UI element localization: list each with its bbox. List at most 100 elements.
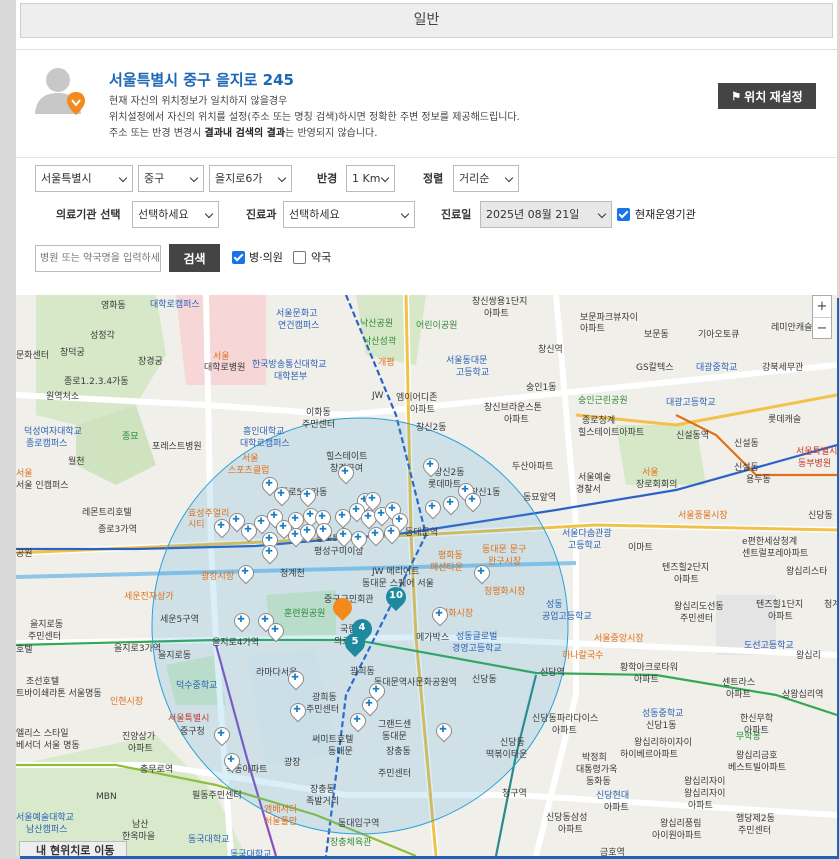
district-select[interactable]: 중구 [138, 165, 204, 192]
my-location-button[interactable]: 내 현위치로 이동 [19, 841, 127, 856]
map-label: 동국대학교 [188, 835, 230, 845]
pharmacy-checkbox[interactable] [293, 251, 306, 264]
map-label: 아파트 [634, 675, 659, 685]
search-input[interactable] [35, 245, 161, 272]
hospital-marker[interactable] [290, 703, 304, 722]
map-label: 보문파크뷰자이 [580, 313, 638, 323]
hospital-marker[interactable] [350, 713, 364, 732]
hospital-marker[interactable] [465, 493, 479, 512]
hospital-marker[interactable] [436, 723, 450, 742]
marker-cluster[interactable]: 10 [385, 587, 407, 613]
map-label: 엘리스 스타일 [16, 729, 69, 739]
map-label: 서울 [642, 468, 659, 478]
hospital-marker[interactable] [262, 545, 276, 564]
map-label: 연건캠퍼스 [278, 321, 320, 331]
map-label: 흥인대학교 [243, 427, 285, 437]
map-view[interactable]: + − 영화동 대학로캠퍼스 서울문화고 연건캠퍼스 낙산공원 낙산성곽 어린이공원 창신쌍용… [16, 295, 837, 856]
map-label: 서울 [242, 454, 259, 464]
hospital-marker[interactable] [241, 523, 255, 542]
hospital-marker[interactable] [234, 613, 248, 632]
map-label: 을지로동 [158, 651, 192, 661]
hospital-marker[interactable] [443, 496, 457, 515]
institution-select[interactable]: 선택하세요 [132, 201, 219, 228]
map-label: 주민센터 [306, 705, 340, 715]
map-label: 원역처소 [46, 392, 80, 402]
location-pin-icon: ⚑ [731, 90, 742, 103]
pharmacy-label: 약국 [311, 251, 332, 264]
dong-select[interactable]: 을지로6가 [209, 165, 292, 192]
map-label: 완구시장 [488, 557, 522, 567]
radius-select[interactable]: 1 Km [346, 165, 395, 192]
zoom-in-button[interactable]: + [813, 296, 831, 317]
hospital-marker[interactable] [338, 465, 352, 484]
map-label: 창신브라운스톤 [484, 403, 542, 413]
hospital-checkbox[interactable] [232, 251, 245, 264]
map-label: 시티 [188, 520, 205, 530]
map-label: 베서더 서울 명동 [16, 741, 80, 751]
date-select[interactable]: 2025년 08월 21일 [480, 201, 612, 228]
search-button[interactable]: 검색 [169, 244, 220, 272]
zoom-out-button[interactable]: − [813, 317, 831, 338]
map-label: 신당동 [472, 675, 497, 685]
hospital-marker[interactable] [384, 525, 398, 544]
hospital-marker[interactable] [268, 623, 282, 642]
map-label: 대학로병원 [204, 363, 246, 373]
map-label: 동대문 [328, 747, 353, 757]
map-label: 주민센터 [738, 826, 772, 836]
department-select[interactable]: 선택하세요 [283, 201, 415, 228]
map-label: 종로3가역 [98, 525, 137, 535]
map-label: 아파트 [580, 324, 605, 334]
hospital-marker[interactable] [336, 528, 350, 547]
hospital-marker[interactable] [351, 531, 365, 550]
map-label: 낙산성곽 [363, 337, 397, 347]
map-label: 왕십리풍림 [660, 819, 702, 829]
hospital-marker[interactable] [300, 524, 314, 543]
city-select[interactable]: 서울특별시 [35, 165, 133, 192]
map-label: 텐즈힐2단지 [662, 563, 710, 573]
hospital-marker[interactable] [300, 488, 314, 507]
map-label: 호텔 [16, 645, 33, 655]
hospital-marker[interactable] [368, 527, 382, 546]
hospital-marker[interactable] [214, 519, 228, 538]
map-label: 주민센터 [680, 614, 714, 624]
hospital-marker[interactable] [432, 607, 446, 626]
map-label: 스포츠클럽 [228, 466, 270, 476]
map-label: 도선고등학교 [744, 641, 794, 651]
map-label: 왕십리자이 [684, 789, 726, 799]
hospital-marker[interactable] [224, 753, 238, 772]
map-label: 아파트 [484, 309, 509, 319]
map-label: 창신역 [538, 345, 563, 355]
map-label: 롯데캐슬 [768, 415, 802, 425]
map-label: 신당역 [540, 668, 565, 678]
map-label: 종묘 [122, 432, 139, 442]
reset-location-button[interactable]: ⚑ 위치 재설정 [718, 83, 816, 109]
map-label: 동대문역사문화공원역 [374, 678, 457, 688]
hospital-marker[interactable] [425, 500, 439, 519]
map-label: 왕십리스타 [786, 567, 828, 577]
map-label: 주민센터 [378, 769, 412, 779]
map-label: 서울동대문 [446, 356, 488, 366]
map-label: 대광고등학교 [666, 398, 716, 408]
map-label: 덕수중학교 [176, 681, 218, 691]
map-label: 신당동삼성 [546, 813, 588, 823]
open-now-checkbox[interactable] [617, 208, 630, 221]
tab-general[interactable]: 일반 [20, 3, 833, 38]
map-label: 청계천 [280, 569, 305, 579]
hospital-marker[interactable] [274, 487, 288, 506]
hospital-marker[interactable] [288, 671, 302, 690]
hospital-marker[interactable] [238, 565, 252, 584]
hospital-marker[interactable] [423, 458, 437, 477]
app-root: 일반 지도 서울특별시 중구 을지로 245 현재 자신의 위치정보가 일치하지… [16, 0, 839, 859]
sort-select[interactable]: 거리순 [453, 165, 519, 192]
hospital-marker[interactable] [362, 697, 376, 716]
hospital-marker[interactable] [316, 523, 330, 542]
marker-cluster[interactable]: 5 [344, 633, 366, 659]
map-label: 서울특별시 [796, 447, 837, 457]
hospital-marker[interactable] [474, 565, 488, 584]
map-label: 공업고등학교 [542, 612, 592, 622]
hospital-marker[interactable] [214, 727, 228, 746]
hospital-marker[interactable] [335, 509, 349, 528]
map-label: 신설동역 [676, 431, 710, 441]
notice-line-3-bold: 결과내 검색의 결과 [204, 128, 286, 139]
map-label: 창덕궁 [60, 348, 85, 358]
